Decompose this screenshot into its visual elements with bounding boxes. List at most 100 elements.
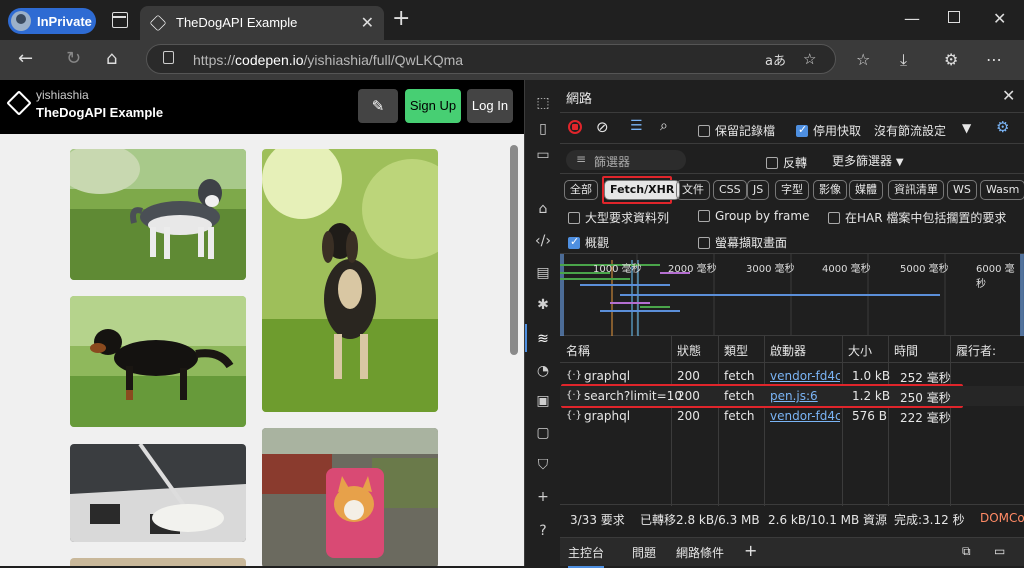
more-tools-plus-icon[interactable]: + [534,488,552,506]
inprivate-profile-button[interactable]: InPrivate [8,8,96,34]
favorites-icon[interactable]: ☆ [856,50,870,69]
type-filter-chip[interactable]: 文件 [676,180,710,200]
network-toolbar: ⊘ ☰ ⌕ 保留記錄檔 停用快取 沒有節流設定 ▼ ⚙ [560,112,1024,144]
network-settings-gear-icon[interactable]: ⚙ [996,118,1009,136]
type-filter-chip[interactable]: 媒體 [849,180,883,200]
close-tab-icon[interactable]: ✕ [361,13,374,32]
type-filter-chip[interactable]: 全部 [564,180,598,200]
checkbox-checked-icon [568,235,580,249]
network-wifi-icon[interactable]: ≋ [534,330,552,348]
overview-checkbox[interactable]: 概觀 [568,234,609,251]
search-icon[interactable]: ⌕ [660,118,668,134]
checkbox-icon [766,157,778,169]
column-header[interactable]: 狀態 [677,342,701,359]
type-filter-chip[interactable]: Wasm [980,180,1024,200]
refresh-icon[interactable]: ↻ [66,48,81,69]
sources-bug-icon[interactable]: ✱ [534,296,552,314]
drawer-tab[interactable]: 主控台 [568,544,605,568]
undock-drawer-icon[interactable]: ⧉ [962,544,971,559]
inspect-icon[interactable]: ⬚ [534,94,552,112]
performance-icon[interactable]: ◔ [534,362,552,380]
console-icon[interactable]: ▤ [534,264,552,282]
dog-photo-saluki [262,149,438,412]
elements-icon[interactable]: ‹/› [534,232,552,250]
request-name: search?limit=10 [584,389,682,403]
read-aloud-icon[interactable]: aあ [765,50,786,69]
column-header[interactable]: 類型 [724,342,748,359]
drawer-tab[interactable]: 問題 [632,544,656,561]
window-close-icon[interactable]: ✕ [993,9,1006,28]
screenshots-checkbox[interactable]: 螢幕擷取畫面 [698,234,787,251]
request-size: 1.2 kB [852,389,891,403]
column-header[interactable]: 履行者: [956,342,996,359]
type-filter-chip[interactable]: 資訊清單 [888,180,944,200]
throttling-dropdown-icon[interactable]: ▼ [962,121,971,135]
overview-tick-label: 3000 毫秒 [746,264,795,275]
help-icon[interactable]: ? [534,522,552,540]
dock-icon[interactable]: ▭ [994,544,1005,558]
fetch-request-icon: {·} [566,390,582,401]
request-initiator[interactable]: pen.js:6 [770,389,818,403]
invert-checkbox[interactable]: 反轉 [766,154,807,171]
url-text: https://codepen.io/yishiashia/full/QwLKQ… [193,52,464,68]
more-menu-icon[interactable]: ⋯ [986,50,1002,69]
minimize-icon[interactable]: — [904,9,920,28]
type-filter-chip[interactable]: 字型 [775,180,809,200]
edit-pen-button[interactable]: ✎ [358,89,398,123]
type-filter-chip[interactable]: WS [947,180,977,200]
request-time: 252 毫秒 [900,371,951,385]
add-drawer-tab-icon[interactable]: + [744,541,757,560]
big-rows-checkbox[interactable]: 大型要求資料列 [568,209,669,226]
maximize-icon[interactable] [948,11,960,23]
column-header[interactable]: 時間 [894,342,918,359]
overview-tick-label: 1000 毫秒 [593,264,642,275]
application-icon[interactable]: ▢ [534,424,552,442]
memory-chip-icon[interactable]: ▣ [534,392,552,410]
new-tab-button[interactable]: + [392,8,410,30]
address-bar[interactable]: https://codepen.io/yishiashia/full/QwLKQ… [146,44,836,74]
pen-author[interactable]: yishiashia [36,88,89,102]
type-filter-chip[interactable]: 影像 [813,180,847,200]
type-filter-chip[interactable]: CSS [713,180,747,200]
filter-input[interactable]: ≡ 篩選器 [566,150,686,170]
devtools-close-icon[interactable]: ✕ [1002,86,1015,105]
group-by-frame-checkbox[interactable]: Group by frame [698,209,809,223]
filter-icon: ≡ [576,152,587,166]
tab-actions-icon[interactable] [112,12,128,28]
type-filter-chip[interactable]: Fetch/XHR [604,180,681,200]
codepen-logo-icon[interactable] [6,90,32,116]
type-filter-chip[interactable]: JS [747,180,770,200]
request-initiator[interactable]: vendor-fd4c9 [770,409,840,423]
lock-icon[interactable] [163,51,174,64]
clear-icon[interactable]: ⊘ [596,118,609,136]
column-header[interactable]: 大小 [848,342,872,359]
request-status: 200 [677,409,700,423]
filter-row: ≡ 篩選器 反轉 更多篩選器 ▼ [560,144,1024,174]
back-icon[interactable]: ← [18,48,33,69]
column-header[interactable]: 啟動器 [770,342,806,359]
downloads-icon[interactable]: ⤓ [900,50,907,70]
filter-funnel-icon[interactable]: ☰ [630,118,643,134]
welcome-home-icon[interactable]: ⌂ [534,200,552,218]
overview-tick-label: 5000 毫秒 [900,264,949,275]
request-initiator[interactable]: vendor-fd4c9 [770,369,840,383]
home-icon[interactable]: ⌂ [106,48,117,69]
throttling-select[interactable]: 沒有節流設定 [874,122,946,139]
page-scrollbar[interactable] [510,145,518,355]
favorite-star-icon[interactable]: ☆ [803,50,816,68]
more-filters-dropdown[interactable]: 更多篩選器 ▼ [832,152,904,169]
disable-cache-checkbox[interactable]: 停用快取 [796,122,861,139]
preserve-log-checkbox[interactable]: 保留記錄檔 [698,122,775,139]
request-type: fetch [724,369,755,383]
har-sensitive-checkbox[interactable]: 在HAR 檔案中包括擱置的要求 [828,209,1006,226]
domcontentloaded-time: DOMCo [980,511,1024,525]
security-icon[interactable]: ⛉ [534,456,552,474]
drawer-tab[interactable]: 網路條件 [676,544,724,561]
browser-tab[interactable]: TheDogAPI Example ✕ [140,6,384,40]
extensions-icon[interactable]: ⚙ [944,50,958,69]
login-button[interactable]: Log In [467,89,513,123]
device-emulation-icon[interactable]: ▯ [534,120,552,138]
signup-button[interactable]: Sign Up [405,89,461,123]
panel-layout-icon[interactable]: ▭ [534,146,552,164]
column-header[interactable]: 名稱 [566,342,590,359]
